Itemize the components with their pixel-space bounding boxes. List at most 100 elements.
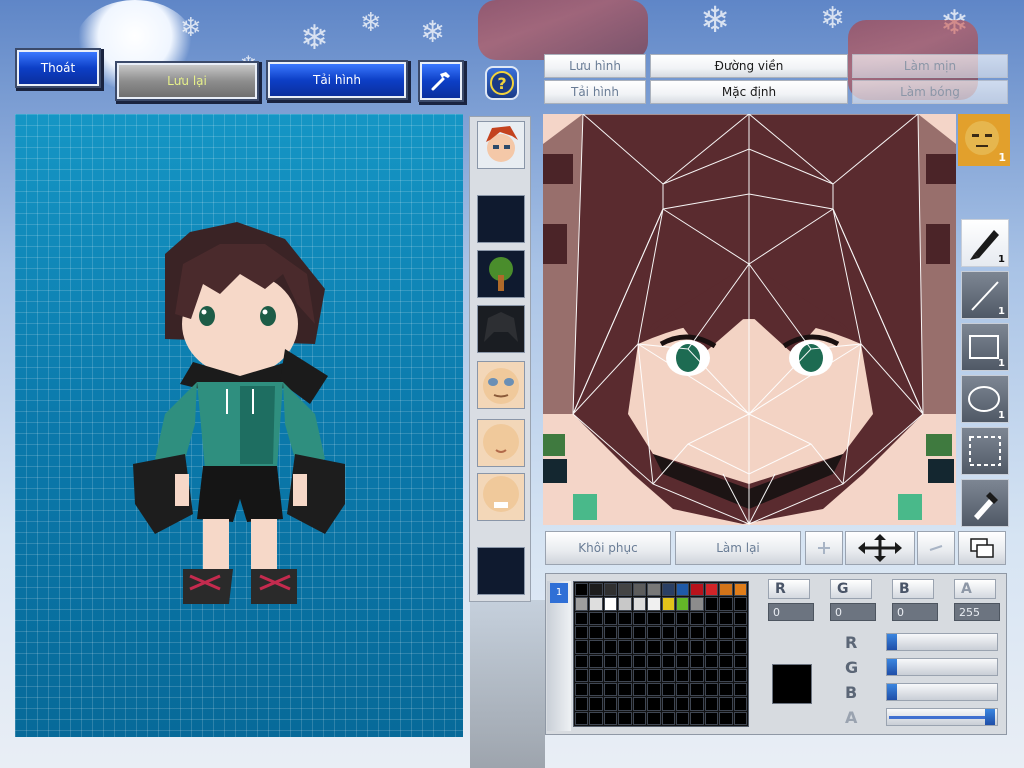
color-swatch[interactable] — [575, 668, 589, 683]
color-swatch[interactable] — [675, 625, 690, 640]
selection-tool[interactable] — [961, 427, 1009, 475]
color-swatch[interactable] — [719, 640, 733, 654]
pen-tool[interactable]: 1 — [961, 219, 1009, 267]
color-swatch[interactable] — [661, 711, 675, 725]
color-swatch[interactable] — [690, 611, 704, 625]
body-part-slot[interactable] — [477, 473, 525, 521]
green-value-field[interactable]: 0 — [830, 603, 876, 621]
color-swatch[interactable] — [647, 597, 661, 611]
color-swatch[interactable] — [719, 683, 733, 697]
color-swatch[interactable] — [661, 683, 675, 697]
color-swatch[interactable] — [704, 625, 719, 640]
color-swatch[interactable] — [647, 668, 661, 683]
color-swatch[interactable] — [575, 625, 589, 640]
color-swatch[interactable] — [618, 683, 632, 697]
color-swatch[interactable] — [661, 697, 675, 711]
color-swatch[interactable] — [589, 625, 603, 640]
color-swatch[interactable] — [618, 697, 632, 711]
color-swatch[interactable] — [690, 625, 704, 640]
save-image-tab[interactable]: Lưu hình — [544, 54, 646, 78]
line-tool[interactable]: 1 — [961, 271, 1009, 319]
color-swatch[interactable] — [589, 668, 603, 683]
color-swatch[interactable] — [647, 683, 661, 697]
color-swatch[interactable] — [719, 611, 733, 625]
color-swatch[interactable] — [661, 583, 675, 597]
smooth-tab[interactable]: Làm mịn — [852, 54, 1008, 78]
color-swatch[interactable] — [603, 711, 618, 725]
exit-button[interactable]: Thoát — [17, 50, 99, 86]
color-swatch[interactable] — [675, 654, 690, 668]
color-swatch[interactable] — [589, 683, 603, 697]
color-swatch[interactable] — [618, 597, 632, 611]
color-swatch[interactable] — [675, 611, 690, 625]
color-swatch[interactable] — [690, 583, 704, 597]
color-swatch[interactable] — [647, 583, 661, 597]
color-swatch[interactable] — [632, 683, 647, 697]
redo-button[interactable]: Làm lại — [675, 531, 801, 565]
color-swatch[interactable] — [575, 683, 589, 697]
color-swatch[interactable] — [647, 611, 661, 625]
color-swatch[interactable] — [690, 683, 704, 697]
color-swatch[interactable] — [632, 640, 647, 654]
color-swatch[interactable] — [733, 683, 747, 697]
color-swatch[interactable] — [733, 654, 747, 668]
color-swatch[interactable] — [661, 625, 675, 640]
color-swatch[interactable] — [632, 697, 647, 711]
color-swatch[interactable] — [661, 654, 675, 668]
ellipse-tool[interactable]: 1 — [961, 375, 1009, 423]
color-swatch[interactable] — [618, 640, 632, 654]
color-swatch[interactable] — [704, 583, 719, 597]
color-swatch[interactable] — [733, 640, 747, 654]
tree-part-slot[interactable] — [477, 250, 525, 298]
color-swatch[interactable] — [733, 625, 747, 640]
color-swatch[interactable] — [719, 597, 733, 611]
mouth-part-slot[interactable] — [477, 419, 525, 467]
layers-button[interactable] — [958, 531, 1006, 565]
color-swatch[interactable] — [618, 625, 632, 640]
color-swatch[interactable] — [733, 711, 747, 725]
eyedropper-tool[interactable] — [961, 479, 1009, 527]
character-preview-canvas[interactable] — [15, 114, 463, 737]
color-swatch[interactable] — [632, 583, 647, 597]
color-swatch[interactable] — [661, 611, 675, 625]
color-swatch[interactable] — [603, 654, 618, 668]
color-swatch[interactable] — [661, 640, 675, 654]
color-swatch[interactable] — [575, 583, 589, 597]
color-swatch[interactable] — [690, 597, 704, 611]
blue-slider-knob[interactable] — [887, 684, 897, 700]
color-swatch[interactable] — [603, 640, 618, 654]
restore-button[interactable]: Khôi phục — [545, 531, 671, 565]
color-swatch[interactable] — [603, 668, 618, 683]
color-swatch[interactable] — [704, 668, 719, 683]
color-swatch[interactable] — [704, 597, 719, 611]
color-swatch[interactable] — [575, 611, 589, 625]
color-swatch[interactable] — [719, 625, 733, 640]
empty-part-slot[interactable] — [477, 547, 525, 595]
blue-slider[interactable] — [886, 683, 998, 701]
minus-button[interactable] — [917, 531, 955, 565]
color-swatch[interactable] — [675, 668, 690, 683]
color-swatch[interactable] — [719, 697, 733, 711]
add-button[interactable] — [805, 531, 843, 565]
color-swatch[interactable] — [704, 654, 719, 668]
color-swatch[interactable] — [618, 583, 632, 597]
hair-part-slot[interactable] — [477, 305, 525, 353]
alpha-value-field[interactable]: 255 — [954, 603, 1000, 621]
color-swatch[interactable] — [589, 654, 603, 668]
color-swatch[interactable] — [647, 625, 661, 640]
color-swatch[interactable] — [675, 640, 690, 654]
blue-value-field[interactable]: 0 — [892, 603, 938, 621]
alpha-slider[interactable] — [886, 708, 998, 726]
color-swatch[interactable] — [690, 640, 704, 654]
color-swatch[interactable] — [632, 654, 647, 668]
color-swatch[interactable] — [733, 697, 747, 711]
face-texture-editor[interactable] — [543, 114, 956, 525]
color-swatch[interactable] — [589, 583, 603, 597]
color-swatch[interactable] — [675, 597, 690, 611]
color-swatch[interactable] — [632, 711, 647, 725]
palette-page-1-tab[interactable]: 1 — [550, 583, 568, 603]
color-swatch[interactable] — [647, 697, 661, 711]
color-swatch[interactable] — [719, 711, 733, 725]
color-swatch[interactable] — [704, 711, 719, 725]
red-value-field[interactable]: 0 — [768, 603, 814, 621]
